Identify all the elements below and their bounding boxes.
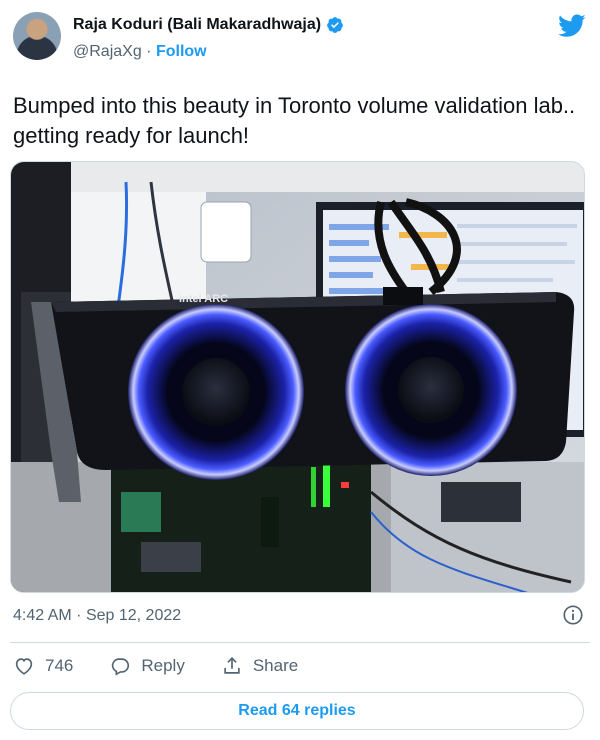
author-name[interactable]: Raja Koduri (Bali Makaradhwaja): [73, 16, 321, 34]
like-count: 746: [45, 656, 74, 675]
tweet-photo[interactable]: intel ARC: [10, 161, 585, 593]
author-handle-row: @RajaXg · Follow: [73, 43, 207, 61]
share-label: Share: [252, 656, 299, 675]
tweet-text: Bumped into this beauty in Toronto volum…: [13, 93, 576, 148]
gpu-photo-illustration: intel ARC: [11, 162, 584, 592]
divider: [10, 642, 590, 643]
like-button[interactable]: 746: [13, 655, 73, 677]
author-handle[interactable]: @RajaXg: [73, 43, 142, 60]
tweet-date: Sep 12, 2022: [85, 607, 182, 624]
tweet-timestamp[interactable]: 4:42 AM · Sep 12, 2022: [13, 607, 181, 625]
timestamp-separator: ·: [76, 607, 82, 624]
follow-button[interactable]: Follow: [156, 43, 207, 60]
reply-icon: [112, 658, 130, 676]
verified-badge-icon: [327, 17, 343, 33]
reply-button[interactable]: Reply: [109, 655, 185, 677]
heart-icon: [15, 658, 33, 675]
gpu-brand-label: intel ARC: [179, 293, 228, 305]
reply-label: Reply: [141, 656, 185, 675]
avatar[interactable]: [13, 12, 61, 60]
author-name-row: Raja Koduri (Bali Makaradhwaja): [73, 16, 344, 34]
share-icon: [224, 657, 240, 674]
tweet-actions: 746 Reply Share: [13, 655, 334, 677]
read-replies-button[interactable]: Read 64 replies: [10, 692, 584, 730]
handle-separator: ·: [146, 43, 152, 60]
info-icon[interactable]: [562, 604, 584, 626]
twitter-bird-icon[interactable]: [558, 14, 586, 38]
share-button[interactable]: Share: [221, 655, 298, 677]
tweet-time: 4:42 AM: [13, 607, 72, 624]
